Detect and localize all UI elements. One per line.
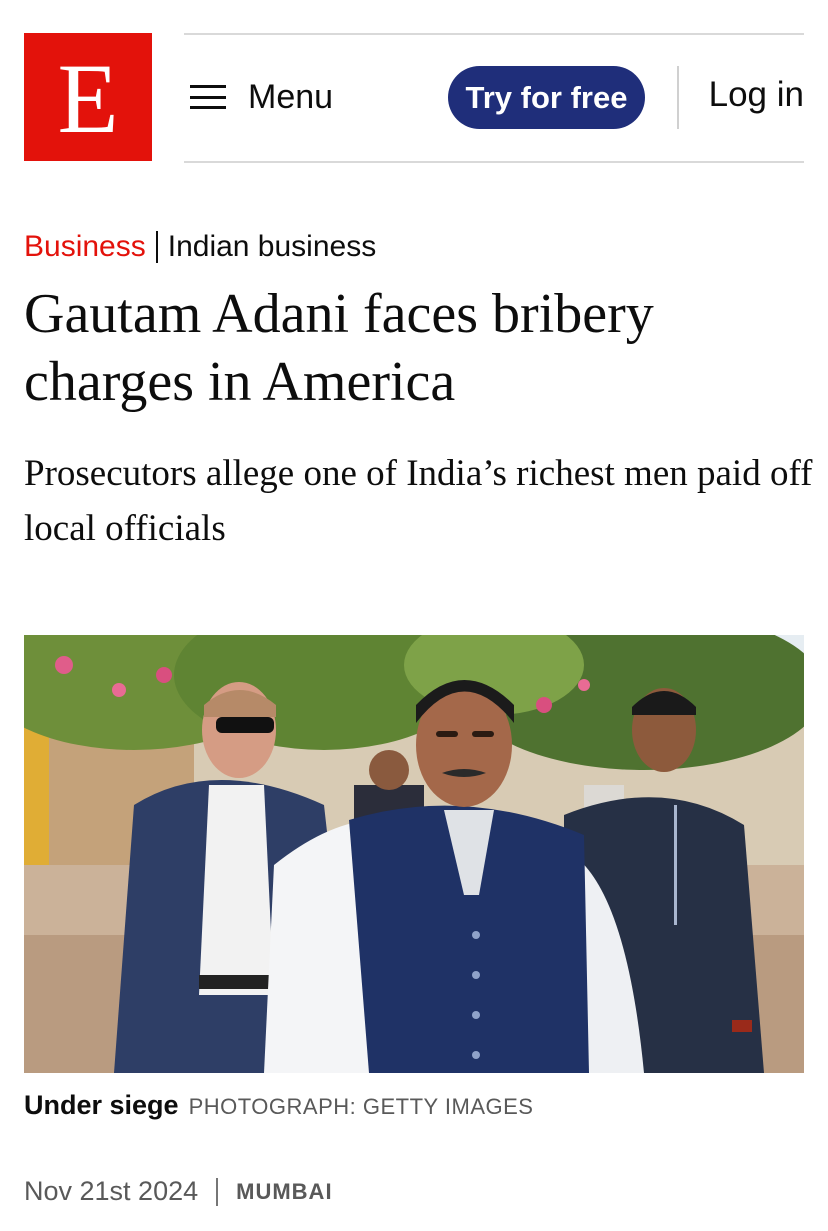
dateline-separator [216, 1177, 219, 1206]
economist-logo[interactable]: E [24, 33, 152, 161]
breadcrumb-section-link[interactable]: Business [24, 230, 146, 264]
top-nav: Menu Try for free Log in [184, 33, 804, 163]
breadcrumb-subsection-link[interactable]: Indian business [168, 230, 376, 264]
nav-divider [677, 66, 679, 129]
article-headline: Gautam Adani faces bribery charges in Am… [24, 283, 654, 413]
publish-date: Nov 21st 2024 [24, 1176, 199, 1206]
menu-button[interactable]: Menu [190, 75, 333, 119]
logo-letter: E [57, 43, 119, 154]
hamburger-icon [190, 85, 226, 109]
caption-credit: PHOTOGRAPH: GETTY IMAGES [188, 1094, 534, 1119]
menu-label: Menu [248, 77, 334, 116]
article-photo [24, 635, 804, 1073]
breadcrumb: Business Indian business [24, 230, 376, 264]
caption-title: Under siege [24, 1090, 179, 1120]
log-in-link[interactable]: Log in [709, 75, 804, 115]
article-subheadline: Prosecutors allege one of India’s riches… [24, 453, 813, 549]
breadcrumb-separator [155, 231, 158, 263]
try-for-free-button[interactable]: Try for free [448, 66, 645, 129]
photo-caption: Under siege PHOTOGRAPH: GETTY IMAGES [24, 1090, 533, 1121]
dateline-location: MUMBAI [236, 1178, 333, 1204]
dateline: Nov 21st 2024 MUMBAI [24, 1176, 333, 1207]
